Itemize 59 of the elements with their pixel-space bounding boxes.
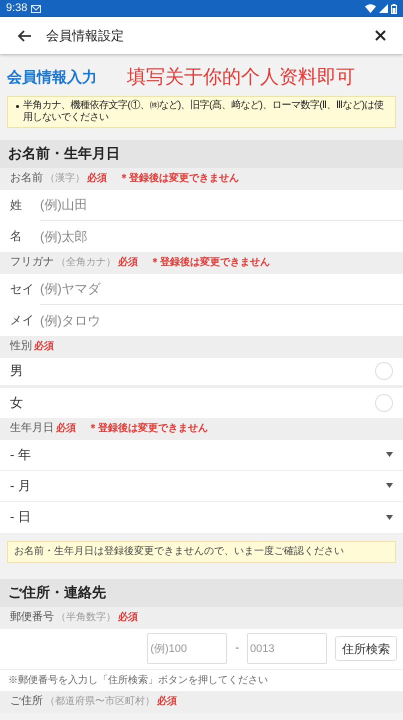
battery-icon — [391, 4, 397, 14]
signal-icon — [379, 4, 388, 13]
section-header: ご住所・連絡先 — [0, 578, 403, 606]
required-label: 必須 — [118, 610, 138, 625]
close-icon — [374, 30, 386, 41]
input-label: 姓 — [0, 190, 40, 220]
field-label: お名前 — [10, 171, 43, 186]
radio-button[interactable] — [375, 394, 393, 412]
back-arrow-icon — [17, 30, 31, 42]
radio-label: 女 — [10, 394, 23, 412]
field-label: フリガナ — [10, 255, 54, 270]
input-label: 名 — [0, 220, 40, 252]
warning-note: ＊登録後は変更できません — [88, 421, 208, 436]
section-header: お名前・生年月日 — [0, 140, 403, 168]
bullet-icon — [16, 104, 19, 108]
field-hint: （都道府県〜市区町村） — [45, 694, 155, 709]
field-hint: （漢字） — [45, 172, 85, 186]
required-label: 必須 — [56, 422, 76, 436]
input-label: セイ — [0, 274, 40, 304]
mail-icon — [31, 4, 42, 12]
hint-text: ※郵便番号を入力し「住所検索」ボタンを押してください — [0, 670, 403, 690]
input-field[interactable]: (例)ヤマダ — [40, 274, 403, 304]
screen-title: 会員情報設定 — [46, 26, 125, 45]
back-button[interactable] — [16, 28, 32, 44]
notice-box: お名前・生年月日は登録後変更できませんので、いま一度ご確認ください — [7, 540, 396, 562]
input-field[interactable]: (例)山田 — [40, 190, 403, 220]
select-dropdown[interactable]: - 月 — [0, 470, 403, 502]
field-hint: （全角カナ） — [56, 256, 116, 270]
select-dropdown[interactable]: - 日 — [0, 502, 403, 532]
radio-label: 男 — [10, 362, 23, 380]
input-label: メイ — [0, 304, 40, 336]
input-field[interactable]: (例)タロウ — [40, 304, 403, 336]
input-field[interactable]: (例)太郎 — [40, 220, 403, 252]
required-label: 必須 — [87, 172, 107, 186]
wifi-icon — [365, 4, 376, 13]
close-button[interactable] — [373, 28, 387, 42]
dropdown-caret-icon — [386, 452, 393, 457]
notice-text: 半角カナ、機種依存文字(①、㈱など)、旧字(髙、﨑など)、ローマ数字(Ⅱ、Ⅲなど)は使用しないでください — [23, 100, 384, 124]
select-dropdown[interactable]: - 年 — [0, 440, 403, 470]
warning-note: ＊登録後は変更できません — [119, 171, 239, 186]
field-label: 郵便番号 — [10, 610, 54, 626]
postal-code-field[interactable]: (例)100 — [147, 633, 228, 664]
page-title: 会員情報入力 — [7, 68, 97, 88]
field-label: 生年月日 — [10, 421, 54, 436]
caption-overlay: 填写关于你的个人资料即可 — [127, 66, 355, 90]
field-label: 性別 — [10, 339, 32, 354]
field-label: ご住所 — [10, 694, 43, 710]
address-search-button[interactable]: 住所検索 — [335, 636, 397, 661]
dropdown-caret-icon — [386, 514, 393, 520]
postal-code-field[interactable]: 0013 — [247, 633, 327, 664]
required-label: 必須 — [118, 256, 138, 270]
clock: 9:38 — [6, 1, 28, 16]
radio-button[interactable] — [375, 362, 393, 380]
field-hint: （半角数字） — [56, 610, 116, 625]
required-label: 必須 — [34, 340, 54, 354]
dropdown-caret-icon — [386, 483, 393, 488]
separator: - — [235, 641, 239, 656]
required-label: 必須 — [157, 694, 177, 709]
warning-note: ＊登録後は変更できません — [150, 255, 270, 270]
